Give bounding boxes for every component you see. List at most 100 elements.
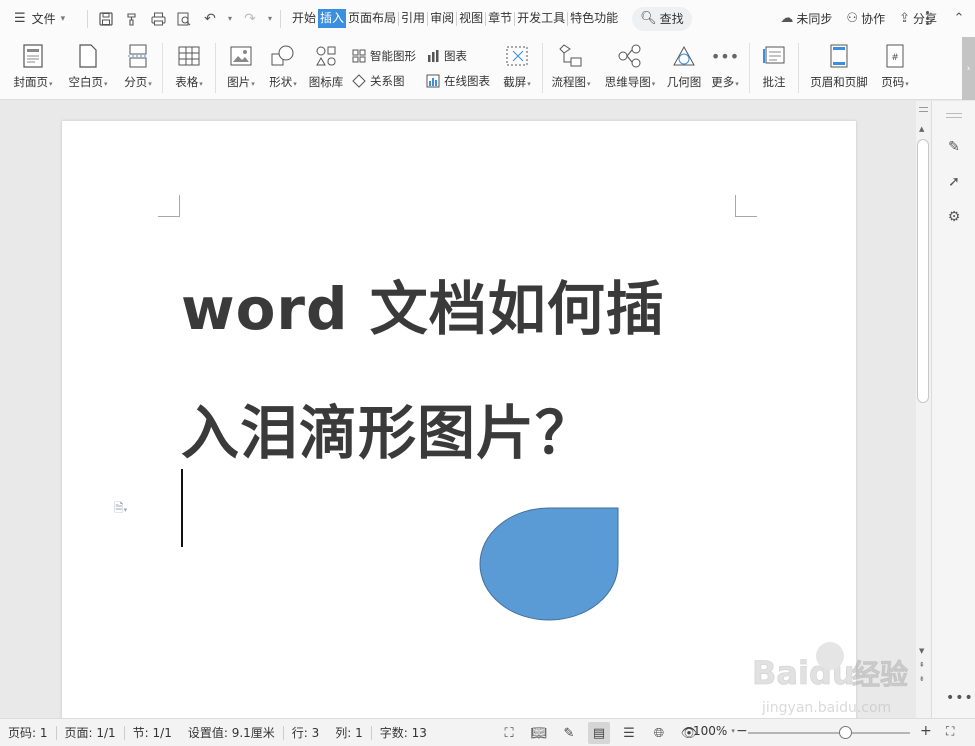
screenshot-icon [502, 42, 532, 70]
print-preview-icon[interactable] [173, 8, 195, 30]
edit-mode-icon[interactable]: ✎ [558, 722, 580, 744]
ribbon-scroll-right-button[interactable]: › [962, 37, 975, 100]
print-icon[interactable] [147, 8, 169, 30]
picture-button[interactable]: 图片▾ [220, 37, 262, 99]
divider [162, 43, 163, 93]
flowchart-icon [556, 42, 586, 70]
cover-page-button[interactable]: 封面页▾ [10, 37, 56, 99]
collapse-ribbon-icon[interactable]: ⌃ [944, 4, 974, 32]
status-col[interactable]: 列: 1 [327, 724, 371, 741]
select-cursor-icon[interactable]: ➚ [944, 172, 964, 192]
scrollbar-thumb[interactable] [917, 139, 929, 403]
zoom-out-icon[interactable]: − [736, 723, 748, 739]
blank-page-label: 空白页 [68, 75, 103, 89]
online-chart-label: 在线图表 [444, 73, 490, 88]
tab-home[interactable]: 开始 [290, 9, 318, 28]
page-break-button[interactable]: 分页▾ [118, 37, 158, 99]
tab-chapter[interactable]: 章节 [486, 9, 514, 28]
relation-chart-icon [352, 73, 366, 88]
teardrop-shape[interactable] [478, 507, 620, 621]
page-view-icon[interactable]: ▤ [588, 722, 610, 744]
page-number-button[interactable]: # 页码▾ [875, 37, 915, 99]
status-setting[interactable]: 设置值: 9.1厘米 [180, 724, 283, 741]
smart-art-button[interactable]: 智能图形 [352, 48, 418, 64]
status-word-count[interactable]: 字数: 13 [372, 724, 435, 741]
save-icon[interactable] [95, 8, 117, 30]
more-menu-icon[interactable] [922, 9, 932, 27]
fit-window-icon[interactable]: ⛶ [946, 724, 962, 740]
web-view-icon[interactable]: 🌐︎ [648, 722, 670, 744]
pen-icon[interactable]: ✎ [944, 137, 964, 157]
online-chart-button[interactable]: 在线图表 [426, 73, 492, 89]
chevron-down-icon: ▾ [731, 727, 735, 735]
status-section[interactable]: 节: 1/1 [125, 724, 180, 741]
tab-page-layout[interactable]: 页面布局 [346, 9, 398, 28]
fullscreen-icon[interactable]: ⛶ [498, 722, 520, 744]
more-button[interactable]: ••• 更多▾ [705, 37, 745, 99]
tab-review[interactable]: 审阅 [428, 9, 456, 28]
status-page[interactable]: 页码: 1 [0, 724, 56, 741]
tab-references[interactable]: 引用 [399, 9, 427, 28]
comment-button[interactable]: 批注 [754, 37, 794, 99]
flowchart-button[interactable]: 流程图▾ [547, 37, 595, 99]
margin-corner-mark [735, 195, 757, 217]
document-title[interactable]: word 文档如何插 入泪滴形图片？ [181, 247, 741, 495]
collaborate-button[interactable]: ⚇ 协作 [846, 10, 885, 27]
page-up-icon[interactable]: ⇞ [919, 661, 925, 669]
customize-toolbar-icon[interactable]: ▾ [265, 14, 275, 23]
search-button[interactable]: 🔍︎ 查找 [632, 6, 692, 31]
icon-library-label: 图标库 [308, 75, 344, 89]
paragraph-menu-icon[interactable]: 🗎▾ [114, 499, 127, 520]
outline-view-icon[interactable]: ☰ [618, 722, 640, 744]
undo-dropdown-icon[interactable]: ▾ [225, 14, 235, 23]
page-down-icon[interactable]: ⇟ [919, 675, 925, 683]
sync-status-button[interactable]: ☁ 未同步 [780, 10, 832, 27]
zoom-slider[interactable] [748, 726, 910, 739]
chart-button[interactable]: 图表 [426, 48, 492, 64]
header-footer-button[interactable]: 页眉和页脚 [803, 37, 875, 99]
screenshot-button[interactable]: 截屏▾ [496, 37, 538, 99]
read-mode-icon[interactable]: 📖︎ [528, 722, 550, 744]
document-page[interactable]: word 文档如何插 入泪滴形图片？ 🗎▾ [62, 121, 856, 718]
geometry-button[interactable]: 几何图 [663, 37, 705, 99]
zoom-level-dropdown[interactable]: 100% ▾ [693, 724, 735, 738]
tab-view[interactable]: 视图 [457, 9, 485, 28]
shape-label: 形状 [269, 75, 293, 89]
mind-map-button[interactable]: 思维导图▾ [599, 37, 661, 99]
menu-bar: ☰ 文件 ▾ ↶ ▾ ↷ ▾ 开始 插入 页面布局 引用 审阅 视图 章节 开发… [0, 0, 975, 37]
ribbon-tabs: 开始 插入 页面布局 引用 审阅 视图 章节 开发工具 特色功能 [290, 9, 620, 28]
scroll-down-icon[interactable]: ▼ [919, 647, 924, 655]
file-menu-button[interactable]: ☰ 文件 ▾ [0, 0, 82, 37]
table-button[interactable]: 表格▾ [167, 37, 211, 99]
header-footer-icon [824, 42, 854, 70]
tab-insert[interactable]: 插入 [318, 9, 347, 28]
document-canvas[interactable]: word 文档如何插 入泪滴形图片？ 🗎▾ [0, 101, 916, 718]
relation-chart-button[interactable]: 关系图 [352, 73, 418, 89]
divider [749, 43, 750, 93]
shape-button[interactable]: 形状▾ [262, 37, 304, 99]
cover-page-icon [18, 42, 48, 70]
tab-special-features[interactable]: 特色功能 [568, 9, 620, 28]
svg-text:#: # [891, 53, 899, 63]
zoom-level: 100% [693, 724, 728, 738]
side-toolbar: ✎ ➚ ⚙ ••• [931, 101, 975, 718]
settings-sliders-icon[interactable]: ⚙ [944, 207, 964, 227]
format-painter-icon[interactable] [121, 8, 143, 30]
more-tools-icon[interactable]: ••• [946, 690, 974, 706]
blank-page-button[interactable]: 空白页▾ [64, 37, 112, 99]
divider [798, 43, 799, 93]
redo-icon[interactable]: ↷ [239, 8, 261, 30]
undo-icon[interactable]: ↶ [199, 8, 221, 30]
vertical-scrollbar[interactable]: ▲ ▼ ⇞ ⇟ [916, 101, 931, 718]
title-line-2: 入泪滴形图片？ [181, 399, 595, 467]
zoom-slider-knob[interactable] [839, 726, 853, 739]
status-pages[interactable]: 页面: 1/1 [57, 724, 124, 741]
zoom-in-icon[interactable]: + [920, 723, 932, 739]
scroll-up-icon[interactable]: ▲ [919, 125, 924, 133]
icon-library-button[interactable]: 图标库 [304, 37, 348, 99]
status-row[interactable]: 行: 3 [284, 724, 328, 741]
picture-icon [226, 42, 256, 70]
tab-developer[interactable]: 开发工具 [515, 9, 567, 28]
cloud-icon: ☁ [780, 11, 794, 26]
geometry-icon [669, 42, 699, 70]
